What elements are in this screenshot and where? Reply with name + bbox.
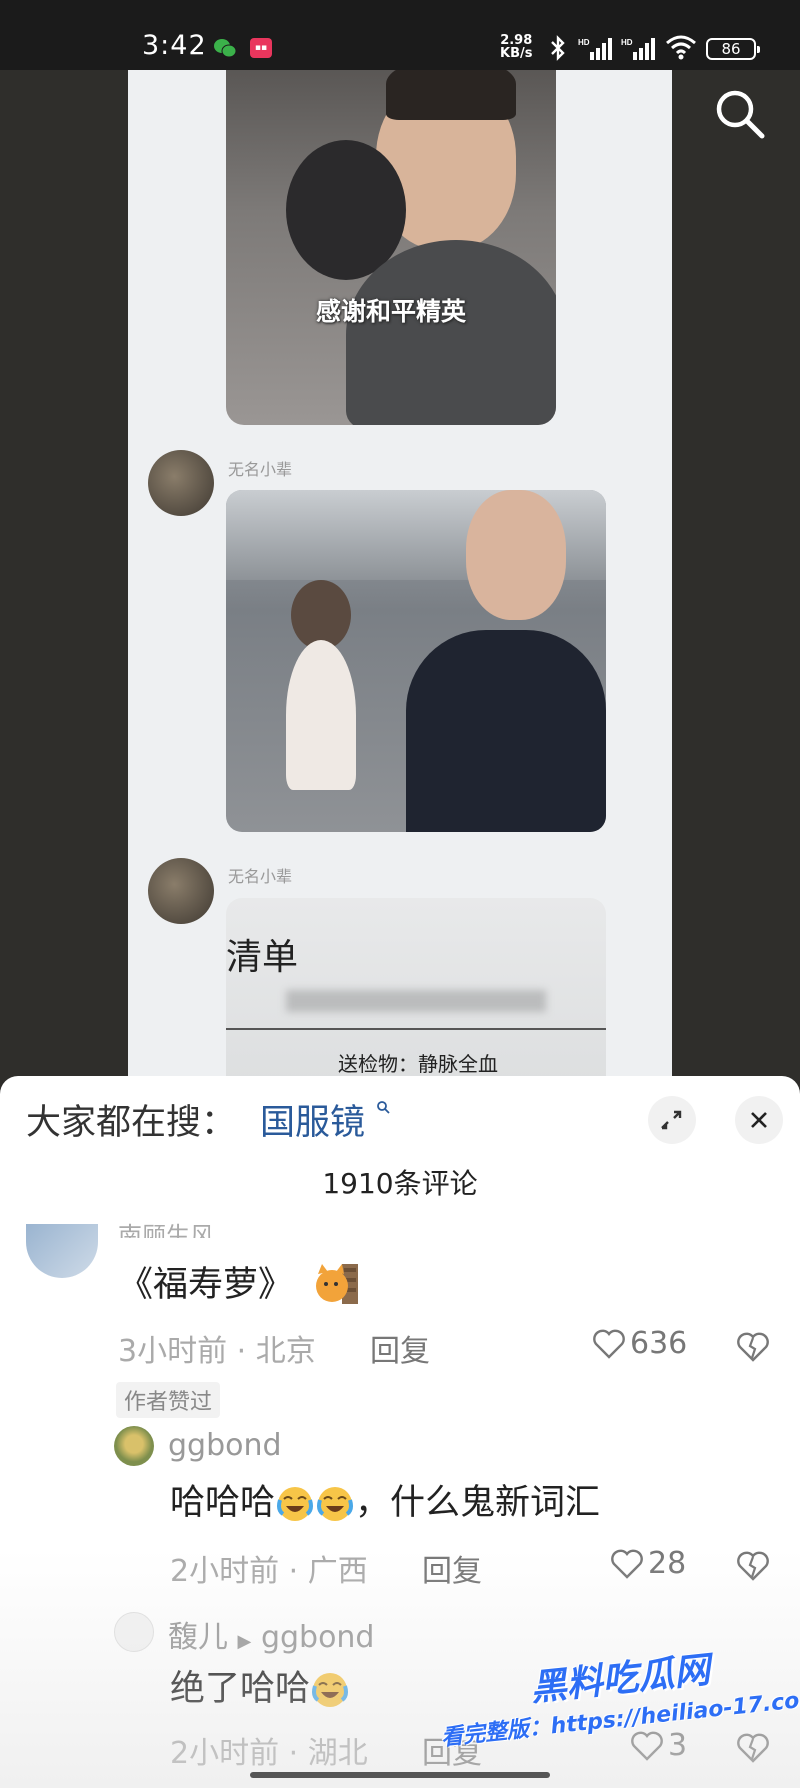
signal-icon: HD xyxy=(578,38,612,60)
like-button[interactable]: 3 xyxy=(630,1728,687,1763)
signal-icon-2: HD xyxy=(621,38,655,60)
laughing-crying-emoji-icon xyxy=(277,1487,313,1521)
bluetooth-icon xyxy=(551,35,565,61)
expand-icon xyxy=(661,1110,682,1130)
person-shirt xyxy=(406,630,606,832)
person-hair xyxy=(386,70,516,120)
expand-button[interactable] xyxy=(648,1096,696,1144)
reply-arrow-icon: ▶ xyxy=(237,1631,252,1652)
network-speed-unit: KB/s xyxy=(500,46,533,61)
document-title: 清单 xyxy=(226,937,299,978)
reply-button[interactable]: 回复 xyxy=(370,1326,430,1370)
search-icon-small xyxy=(377,1101,390,1114)
poster-avatar xyxy=(148,450,214,516)
laughing-crying-emoji-icon xyxy=(317,1487,353,1521)
poster-avatar xyxy=(148,858,214,924)
commenter-avatar[interactable] xyxy=(26,1224,98,1278)
like-button[interactable]: 28 xyxy=(610,1546,686,1581)
comment-text-suffix: ，什么鬼新词汇 xyxy=(355,1483,601,1523)
reply-button[interactable]: 回复 xyxy=(422,1546,482,1590)
comment-meta: 3小时前 · 北京 xyxy=(118,1334,316,1369)
wifi-icon xyxy=(666,35,696,60)
battery-indicator: 86 xyxy=(706,38,760,60)
home-indicator[interactable] xyxy=(250,1772,550,1778)
commenter-name[interactable]: ggbond xyxy=(168,1428,282,1463)
video-frame: 感谢和平精英 无名小辈 无名小辈 清单 送检物：静脉全血 xyxy=(128,70,672,1098)
comment-text: 《福寿萝》 xyxy=(118,1265,294,1305)
status-time: 3:42 xyxy=(142,30,207,61)
document-text: 送检物：静脉全血 xyxy=(338,1052,498,1076)
broken-heart-icon[interactable] xyxy=(736,1550,770,1582)
author-liked-badge: 作者赞过 xyxy=(116,1382,221,1418)
feed-photo-1: 感谢和平精英 xyxy=(226,70,556,425)
girl-body xyxy=(286,640,356,790)
photo-caption: 感谢和平精英 xyxy=(315,297,466,326)
divider xyxy=(226,1028,606,1030)
person-body xyxy=(346,240,556,425)
comment-text: 绝了哈哈 xyxy=(170,1660,350,1711)
feed-photo-2 xyxy=(226,490,606,832)
broken-heart-icon[interactable] xyxy=(736,1732,770,1764)
svg-text:HD: HD xyxy=(578,38,590,47)
heart-icon xyxy=(611,1549,643,1579)
comment-meta: 2小时前 · 湖北 xyxy=(170,1736,368,1771)
close-button[interactable] xyxy=(735,1096,783,1144)
comment-count: 1910条评论 xyxy=(322,1167,478,1200)
like-count: 636 xyxy=(630,1326,688,1361)
commenter-name[interactable]: 馥儿 ▶ ggbond xyxy=(168,1612,374,1656)
svg-text:HD: HD xyxy=(621,38,633,47)
close-icon xyxy=(751,1112,767,1128)
poster-name: 无名小辈 xyxy=(228,460,293,479)
app-notification-icon: ▪▪ xyxy=(250,38,272,58)
network-speed: 2.98 KB/s xyxy=(500,34,532,60)
commenter-avatar[interactable] xyxy=(114,1426,154,1466)
search-suggestion-link[interactable]: 国服镜 xyxy=(260,1094,365,1145)
search-icon[interactable] xyxy=(712,86,768,142)
feed-photo-3: 清单 送检物：静脉全血 xyxy=(226,898,606,1098)
wechat-icon xyxy=(214,39,237,58)
like-button[interactable]: 636 xyxy=(592,1326,687,1361)
person-face xyxy=(466,490,566,620)
commenter-name-text: 馥儿 xyxy=(168,1620,228,1655)
cat-sticker-icon xyxy=(316,1264,358,1304)
commenter-avatar[interactable] xyxy=(114,1612,154,1652)
blurred-text xyxy=(286,990,546,1012)
search-suggestion-label: 大家都在搜： xyxy=(26,1103,237,1143)
comment-text: 哈哈哈 ，什么鬼新词汇 xyxy=(170,1474,600,1525)
broken-heart-icon[interactable] xyxy=(736,1331,770,1363)
heart-icon xyxy=(593,1329,625,1359)
like-count: 3 xyxy=(668,1728,688,1763)
poster-name: 无名小辈 xyxy=(228,867,293,886)
laughing-crying-emoji-icon xyxy=(312,1673,348,1707)
comment-text-prefix: 哈哈哈 xyxy=(170,1483,276,1523)
like-count: 28 xyxy=(648,1546,687,1581)
status-bar: 3:42 ▪▪ 2.98 KB/s HD HD 86 xyxy=(0,0,800,70)
heart-icon xyxy=(631,1731,663,1761)
reply-to-name: ggbond xyxy=(260,1620,375,1655)
comment-text-prefix: 绝了哈哈 xyxy=(170,1669,311,1709)
commenter-name[interactable]: 南顾生风 xyxy=(118,1216,214,1238)
comment-meta: 2小时前 · 广西 xyxy=(170,1554,368,1589)
